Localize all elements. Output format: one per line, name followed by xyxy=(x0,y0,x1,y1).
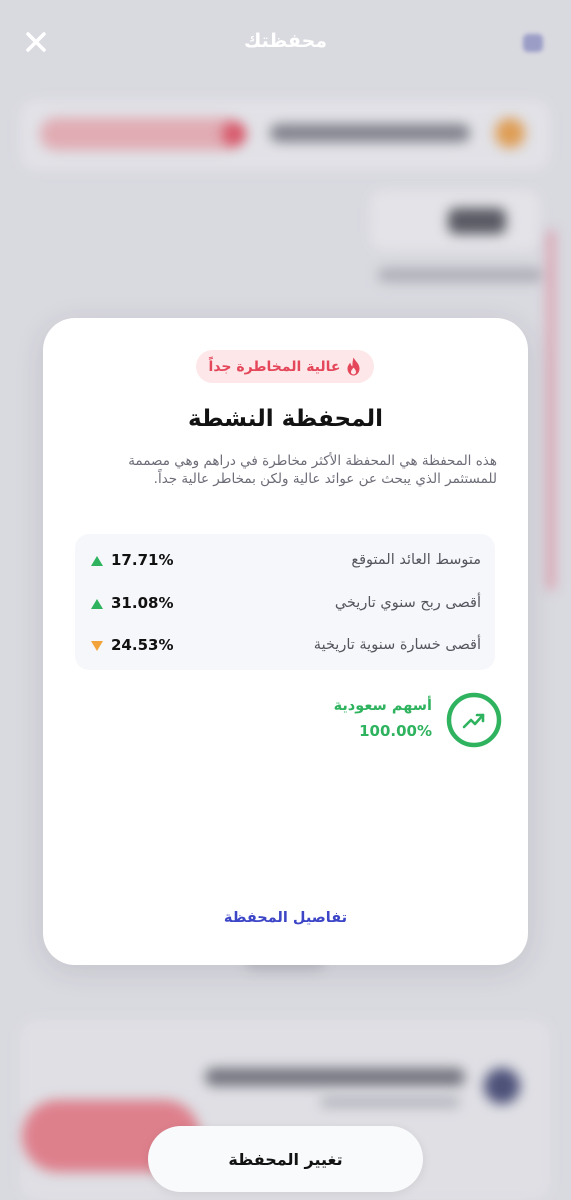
arrow-up-icon xyxy=(91,556,103,566)
stats-panel: متوسط العائد المتوقع 17.71% أقصى ربح سنو… xyxy=(75,534,495,670)
allocation-name: أسهم سعودية xyxy=(333,698,432,714)
portfolio-modal: عالية المخاطرة جداً المحفظة النشطة هذه ا… xyxy=(43,318,528,965)
header-action-icon xyxy=(523,34,543,52)
fire-icon xyxy=(347,357,360,376)
change-portfolio-button[interactable]: تغيير المحفظة xyxy=(148,1126,423,1192)
header: محفظتك xyxy=(0,0,571,84)
arrow-down-icon xyxy=(91,641,103,651)
stat-value: 17.71% xyxy=(111,551,174,569)
stat-label: أقصى ربح سنوي تاريخي xyxy=(334,595,481,611)
stat-value: 24.53% xyxy=(111,636,174,654)
portfolio-description: هذه المحفظة هي المحفظة الأكثر مخاطرة في … xyxy=(128,453,497,487)
trending-up-icon xyxy=(462,713,485,729)
stat-row-max-loss: أقصى خسارة سنوية تاريخية 24.53% xyxy=(75,631,495,661)
stat-row-max-gain: أقصى ربح سنوي تاريخي 31.08% xyxy=(75,589,495,619)
page-title: محفظتك xyxy=(243,30,328,52)
risk-badge-label: عالية المخاطرة جداً xyxy=(208,358,341,375)
stat-label: أقصى خسارة سنوية تاريخية xyxy=(313,637,481,653)
portfolio-details-link[interactable]: تفاصيل المحفظة xyxy=(43,910,528,926)
portfolio-title: المحفظة النشطة xyxy=(187,406,384,432)
allocation-value: 100.00% xyxy=(359,722,432,740)
allocation-ring xyxy=(446,692,502,748)
stat-label: متوسط العائد المتوقع xyxy=(351,552,481,568)
arrow-up-icon xyxy=(91,599,103,609)
stat-row-expected-return: متوسط العائد المتوقع 17.71% xyxy=(75,546,495,576)
stat-value: 31.08% xyxy=(111,594,174,612)
risk-badge: عالية المخاطرة جداً xyxy=(196,350,374,383)
